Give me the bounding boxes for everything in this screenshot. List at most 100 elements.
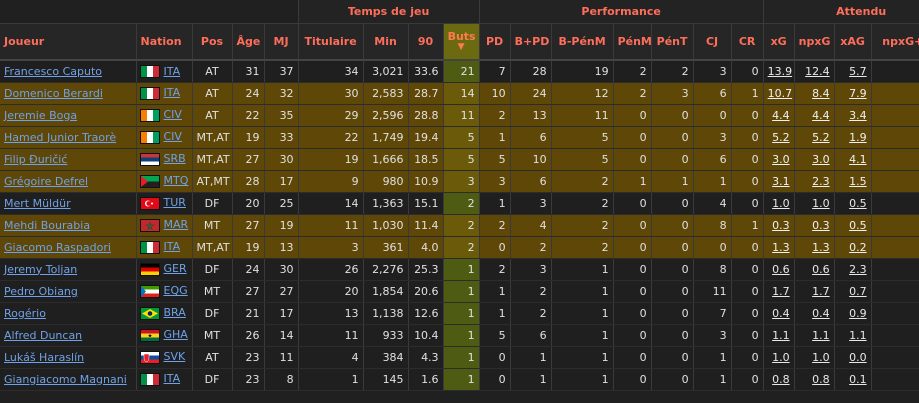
player-link[interactable]: Giacomo Raspadori <box>4 241 111 254</box>
column-header-xg[interactable]: xG <box>763 23 795 61</box>
xag-value[interactable]: 1.5 <box>849 175 867 188</box>
column-header-penm[interactable]: PénM <box>613 23 652 61</box>
npxg-value[interactable]: 1.1 <box>812 329 830 342</box>
npxg-value[interactable]: 0.3 <box>812 219 830 232</box>
player-link[interactable]: Jeremy Toljan <box>4 263 77 276</box>
position-cell: MT <box>192 280 233 303</box>
npxg-value[interactable]: 1.7 <box>812 285 830 298</box>
n90-cell: 20.6 <box>408 280 444 303</box>
nation-cell: CIV <box>136 104 193 127</box>
xg-cell: 1.0 <box>763 346 795 369</box>
column-header-pent[interactable]: PénT <box>651 23 694 61</box>
nation-link[interactable]: ITA <box>164 372 181 385</box>
nation-link[interactable]: SRB <box>164 152 186 165</box>
player-link[interactable]: Francesco Caputo <box>4 65 102 78</box>
xg-value[interactable]: 0.6 <box>772 263 790 276</box>
npxg-value[interactable]: 5.2 <box>812 131 830 144</box>
column-header-min[interactable]: Min <box>363 23 409 61</box>
nation-link[interactable]: BRA <box>164 306 186 319</box>
xg-value[interactable]: 0.8 <box>772 373 790 386</box>
xag-value[interactable]: 0.5 <box>849 197 867 210</box>
column-header-b-plus-pd[interactable]: B+PD <box>510 23 552 61</box>
nation-link[interactable]: GER <box>164 262 187 275</box>
xag-value[interactable]: 0.9 <box>849 307 867 320</box>
player-link[interactable]: Hamed Junior Traorè <box>4 131 116 144</box>
npxg-value[interactable]: 4.4 <box>812 109 830 122</box>
column-header-buts[interactable]: Buts ▼ <box>443 23 480 61</box>
npxg-value[interactable]: 2.3 <box>812 175 830 188</box>
npxg-value[interactable]: 8.4 <box>812 87 830 100</box>
column-header-90[interactable]: 90 <box>408 23 444 61</box>
nation-link[interactable]: MAR <box>164 218 189 231</box>
player-link[interactable]: Lukáš Haraslín <box>4 351 84 364</box>
player-link[interactable]: Mert Müldür <box>4 197 71 210</box>
column-header-joueur[interactable]: Joueur <box>0 23 137 61</box>
column-header-xag[interactable]: xAG <box>834 23 872 61</box>
nation-link[interactable]: GHA <box>164 328 188 341</box>
column-header-b-penm[interactable]: B-PénM <box>551 23 614 61</box>
player-link[interactable]: Pedro Obiang <box>4 285 78 298</box>
xag-value[interactable]: 0.1 <box>849 373 867 386</box>
player-link[interactable]: Jeremie Boga <box>4 109 77 122</box>
xg-value[interactable]: 10.7 <box>768 87 793 100</box>
column-header-mj[interactable]: MJ <box>264 23 299 61</box>
xag-value[interactable]: 0.0 <box>849 351 867 364</box>
xg-value[interactable]: 1.3 <box>772 241 790 254</box>
xg-value[interactable]: 1.0 <box>772 197 790 210</box>
npxg-value[interactable]: 0.6 <box>812 263 830 276</box>
npxg-cell: 0.4 <box>794 302 835 325</box>
column-header-titulaire[interactable]: Titulaire <box>298 23 364 61</box>
player-link[interactable]: Grégoire Defrel <box>4 175 88 188</box>
npxg-value[interactable]: 1.0 <box>812 197 830 210</box>
nation-link[interactable]: SVK <box>164 350 186 363</box>
xg-value[interactable]: 1.1 <box>772 329 790 342</box>
xg-value[interactable]: 0.3 <box>772 219 790 232</box>
nation-link[interactable]: ITA <box>164 86 181 99</box>
xg-value[interactable]: 1.0 <box>772 351 790 364</box>
xg-value[interactable]: 4.4 <box>772 109 790 122</box>
column-header-npxg-plus-xag[interactable]: npxG+xAG <box>871 23 919 61</box>
nation-link[interactable]: CIV <box>164 108 182 121</box>
xag-value[interactable]: 0.7 <box>849 285 867 298</box>
xag-value[interactable]: 0.5 <box>849 219 867 232</box>
xg-value[interactable]: 0.4 <box>772 307 790 320</box>
xag-value[interactable]: 4.1 <box>849 153 867 166</box>
nation-link[interactable]: TUR <box>164 196 186 209</box>
xag-value[interactable]: 0.2 <box>849 241 867 254</box>
nation-link[interactable]: EQG <box>164 284 188 297</box>
player-link[interactable]: Domenico Berardi <box>4 87 103 100</box>
npxg-value[interactable]: 12.4 <box>805 65 830 78</box>
column-header-nation[interactable]: Nation <box>136 23 193 61</box>
xag-value[interactable]: 1.9 <box>849 131 867 144</box>
xg-value[interactable]: 3.1 <box>772 175 790 188</box>
xg-value[interactable]: 5.2 <box>772 131 790 144</box>
npxg-value[interactable]: 3.0 <box>812 153 830 166</box>
player-link[interactable]: Alfred Duncan <box>4 329 82 342</box>
nation-link[interactable]: ITA <box>164 240 181 253</box>
npxg-value[interactable]: 0.4 <box>812 307 830 320</box>
column-header-cr[interactable]: CR <box>731 23 764 61</box>
xag-value[interactable]: 3.4 <box>849 109 867 122</box>
npxg-value[interactable]: 1.0 <box>812 351 830 364</box>
npxg-value[interactable]: 0.8 <box>812 373 830 386</box>
xag-value[interactable]: 5.7 <box>849 65 867 78</box>
xg-value[interactable]: 3.0 <box>772 153 790 166</box>
player-link[interactable]: Rogério <box>4 307 46 320</box>
xg-value[interactable]: 13.9 <box>768 65 793 78</box>
player-link[interactable]: Giangiacomo Magnani <box>4 373 127 386</box>
player-link[interactable]: Filip Đuričić <box>4 153 67 166</box>
nation-link[interactable]: MTQ <box>164 174 189 187</box>
xag-value[interactable]: 1.1 <box>849 329 867 342</box>
nation-link[interactable]: CIV <box>164 130 182 143</box>
xg-value[interactable]: 1.7 <box>772 285 790 298</box>
column-header-npxg[interactable]: npxG <box>794 23 835 61</box>
npxg-value[interactable]: 1.3 <box>812 241 830 254</box>
xag-value[interactable]: 2.3 <box>849 263 867 276</box>
xag-value[interactable]: 7.9 <box>849 87 867 100</box>
nation-link[interactable]: ITA <box>164 65 181 78</box>
player-link[interactable]: Mehdi Bourabia <box>4 219 90 232</box>
column-header-age[interactable]: Âge <box>232 23 265 61</box>
column-header-cj[interactable]: CJ <box>693 23 732 61</box>
column-header-pd[interactable]: PD <box>479 23 511 61</box>
column-header-pos[interactable]: Pos <box>192 23 233 61</box>
